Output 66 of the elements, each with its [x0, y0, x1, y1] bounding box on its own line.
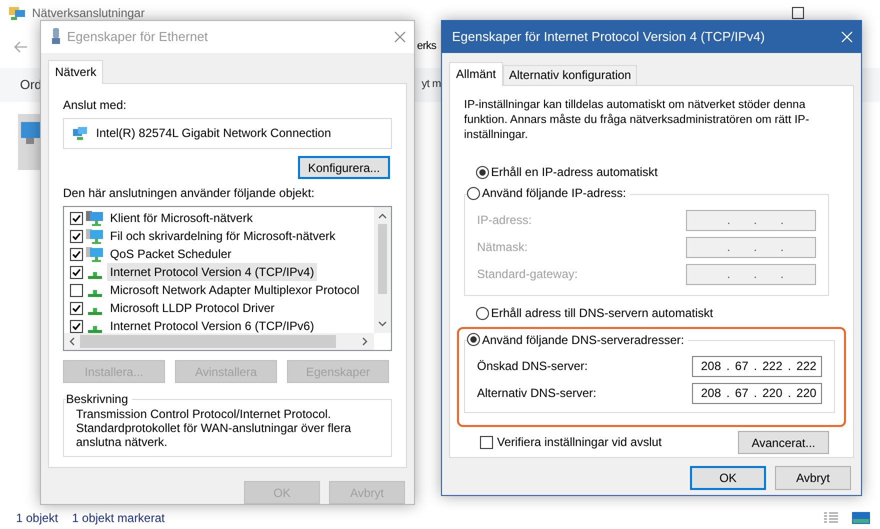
list-item[interactable]: Microsoft Network Adapter Multiplexor Protocol	[107, 281, 362, 299]
scrollbar-thumb[interactable]	[378, 224, 387, 294]
window-title: Egenskaper för Ethernet	[67, 28, 209, 46]
checkbox[interactable]	[70, 230, 83, 242]
tab[interactable]: Alternativ konfiguration	[503, 65, 638, 85]
window-title: Egenskaper för Internet Protocol Version 4 (TCP/IPv4)	[452, 28, 766, 46]
ip-address-field[interactable]: 208 . 67 . 220 . 220	[692, 383, 822, 404]
advanced-button[interactable]: Avancerat...	[738, 431, 829, 454]
radio-button[interactable]	[467, 333, 480, 346]
description-text: Transmission Control Protocol/Internet Protocol. Standardprotokollet för WAN-anslutningar över flera anslutna nätverk.	[76, 407, 352, 449]
vertical-scrollbar[interactable]	[374, 207, 391, 333]
radio-button[interactable]	[476, 306, 489, 320]
list-item[interactable]: QoS Packet Scheduler	[107, 245, 234, 263]
list-item[interactable]: Klient för Microsoft-nätverk	[107, 209, 256, 227]
checkbox[interactable]	[480, 436, 493, 449]
list-item[interactable]: Internet Protocol Version 6 (TCP/IPv6)	[107, 317, 318, 333]
field-label: Standard-gateway:	[477, 266, 578, 282]
close-icon[interactable]	[394, 31, 406, 43]
group-label: Beskrivning	[66, 391, 130, 407]
radio-button[interactable]	[476, 166, 489, 179]
configure-button[interactable]: Konfigurera...	[298, 156, 390, 179]
radio-label: Använd följande IP-adress:	[482, 185, 626, 201]
radio-label: Erhåll adress till DNS-servern automatiskt	[491, 306, 714, 320]
dialog-button[interactable]: Avbryt	[775, 466, 851, 490]
window-title: Nätverksanslutningar	[32, 6, 145, 20]
field-label: IP-adress:	[477, 212, 532, 228]
network-protocol-icon	[88, 272, 102, 278]
computer-network-icon	[86, 210, 104, 226]
toolbar-item[interactable]: yt m	[422, 78, 441, 92]
list-item[interactable]: Fil och skrivardelning för Microsoft-nätverk	[107, 227, 338, 245]
computer-icon	[86, 228, 104, 244]
network-protocol-icon	[88, 326, 102, 332]
maximize-icon[interactable]	[792, 7, 804, 19]
checkbox[interactable]	[70, 284, 83, 296]
status-text: 1 objekt	[16, 510, 58, 526]
ethernet-plug-icon	[51, 28, 61, 46]
status-text: 1 objekt markerat	[72, 510, 165, 526]
field-label: Nätmask:	[477, 240, 528, 254]
list-item[interactable]: Internet Protocol Version 4 (TCP/IPv4)	[107, 263, 318, 281]
ip-address-field[interactable]: 208 . 67 . 222 . 222	[692, 356, 822, 377]
horizontal-scrollbar[interactable]	[64, 333, 374, 350]
checkbox[interactable]	[70, 212, 83, 224]
checkbox[interactable]	[70, 302, 83, 314]
details-view-icon[interactable]	[824, 512, 838, 524]
intro-text: IP-inställningar kan tilldelas automatiskt om nätverket stöder denna funktion. Annars måste du fråga nätverksadministratören om rätt IP-inställningar.	[464, 98, 810, 143]
radio-label: Erhåll en IP-adress automatiskt	[491, 165, 658, 180]
field-label: Anslut med:	[63, 98, 128, 113]
dialog-button[interactable]: OK	[690, 466, 766, 490]
computer-icon	[86, 246, 104, 262]
checkbox[interactable]	[70, 266, 83, 278]
radio-button[interactable]	[467, 186, 480, 200]
checkbox[interactable]	[70, 248, 83, 260]
checkbox[interactable]	[70, 320, 83, 332]
field-label: Önskad DNS-server:	[477, 359, 588, 374]
adapter-field: Intel(R) 82574L Gigabit Network Connection	[63, 118, 392, 149]
network-protocol-icon	[88, 308, 102, 314]
network-protocol-icon	[88, 290, 102, 296]
field-label: Alternativ DNS-server:	[477, 386, 596, 401]
address-text: erks	[417, 40, 436, 54]
scrollbar-thumb[interactable]	[80, 335, 336, 348]
tab[interactable]: Nätverk	[48, 60, 104, 84]
list-label: Den här anslutningen använder följande objekt:	[63, 186, 316, 201]
tab[interactable]: Allmänt	[449, 62, 504, 86]
radio-label: Använd följande DNS-serveradresser:	[482, 332, 684, 348]
checkbox-label: Verifiera inställningar vid avslut	[497, 435, 662, 450]
list-item[interactable]: Microsoft LLDP Protocol Driver	[107, 299, 278, 317]
